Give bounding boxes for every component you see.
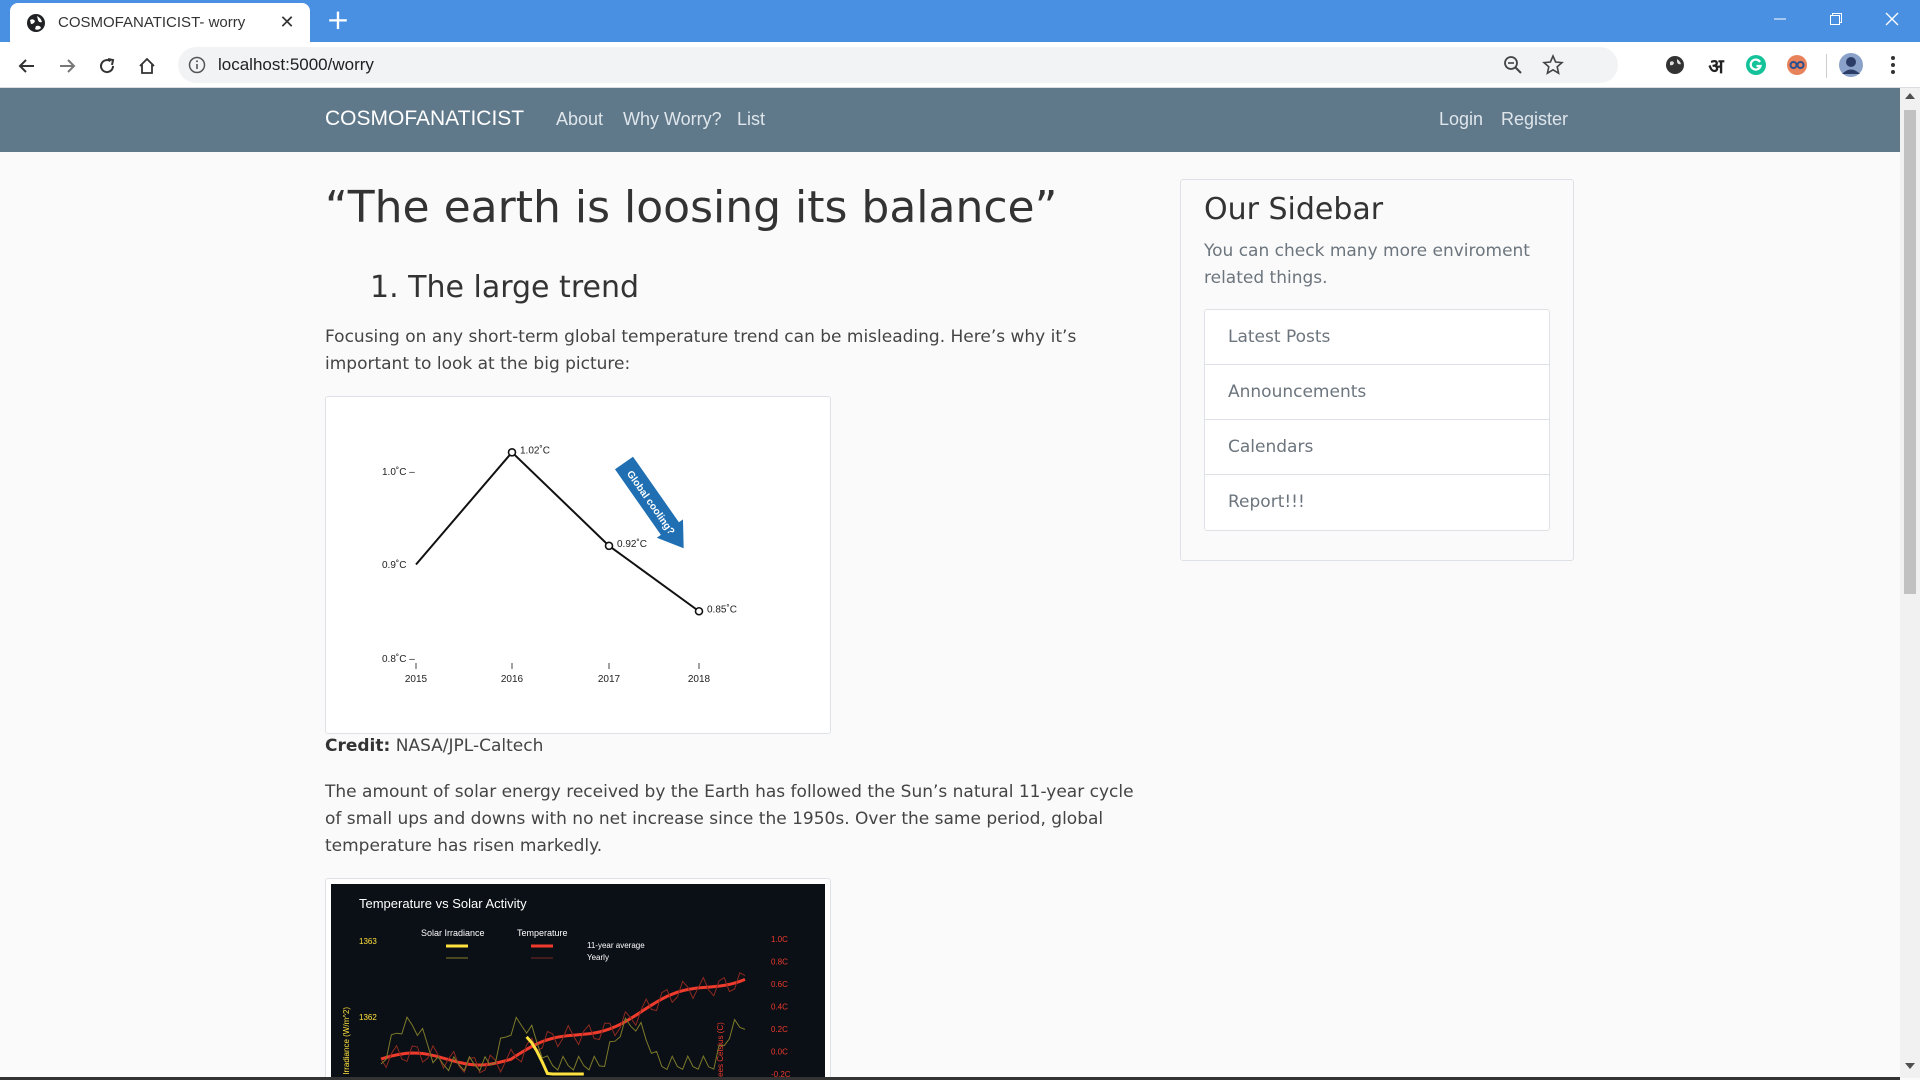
y-tick-0.8: 0.8˚C – (382, 653, 415, 665)
reload-icon[interactable] (93, 52, 121, 80)
nav-login[interactable]: Login (1439, 109, 1483, 130)
site-info-icon[interactable] (188, 56, 206, 78)
profile-avatar[interactable] (1838, 52, 1864, 78)
tab-close-icon[interactable]: ✕ (278, 12, 296, 33)
globe-favicon-icon (27, 13, 45, 32)
solar-avg-line (525, 1035, 584, 1076)
y-right-tick-4: 0.2C (771, 1025, 788, 1034)
figure-credit: Credit: NASA/JPL-Caltech (325, 736, 543, 756)
y-right-tick-3: 0.4C (771, 1003, 788, 1012)
data-label-2017: 0.92˚C (617, 538, 647, 550)
bookmark-star-icon[interactable] (1542, 53, 1564, 80)
menu-dots-icon[interactable] (1880, 52, 1906, 78)
tab-title: COSMOFANATICIST- worry (58, 14, 246, 31)
nav-list[interactable]: List (737, 109, 765, 130)
data-point-2017 (604, 541, 614, 551)
browser-toolbar: localhost:5000/worry अ (0, 42, 1920, 88)
sidebar-description: You can check many more enviroment relat… (1204, 241, 1530, 288)
temperature-trend-figure: 1.02˚C 0.92˚C 0.85˚C 2015 2016 2017 2018 0.8˚… (325, 396, 831, 734)
minimize-icon[interactable] (1752, 0, 1808, 38)
sidebar-item-announcements[interactable]: Announcements (1205, 365, 1549, 420)
x-tick-2017: 2017 (598, 674, 621, 685)
legend-temperature: Temperature (517, 928, 568, 938)
nav-why-worry[interactable]: Why Worry? (623, 109, 722, 130)
y-right-tick-5: 0.0C (771, 1048, 788, 1057)
x-tick-2015: 2015 (405, 674, 428, 685)
solar-activity-chart: Temperature vs Solar Activity Solar Irra… (331, 884, 825, 1080)
browser-tab[interactable]: COSMOFANATICIST- worry ✕ (10, 3, 310, 42)
browser-tabbar: COSMOFANATICIST- worry ✕ + (0, 0, 1920, 42)
nav-about[interactable]: About (556, 109, 603, 130)
sidebar-item-report[interactable]: Report!!! (1205, 475, 1549, 530)
y-right-tick-1: 0.8C (771, 958, 788, 967)
new-tab-icon[interactable]: + (326, 6, 350, 34)
scroll-up-icon[interactable] (1905, 93, 1915, 99)
credit-label: Credit: (325, 736, 391, 756)
scroll-thumb[interactable] (1904, 110, 1916, 594)
site-navbar: COSMOFANATICIST About Why Worry? List Lo… (0, 88, 1900, 152)
restore-icon[interactable] (1808, 0, 1864, 38)
y-tick-1: 1.0˚C – (382, 466, 415, 478)
sidebar-list: Latest Posts Announcements Calendars Rep… (1204, 309, 1550, 531)
section-title: 1. The large trend (370, 270, 640, 305)
page-scrollbar[interactable] (1900, 88, 1920, 1078)
url-text: localhost:5000/worry (218, 55, 374, 74)
solar-paragraph: The amount of solar energy received by t… (325, 782, 1134, 856)
sidebar-title: Our Sidebar (1204, 192, 1384, 227)
extension-hindi-icon[interactable]: अ (1703, 52, 1729, 78)
nav-register[interactable]: Register (1501, 109, 1568, 130)
site-brand[interactable]: COSMOFANATICIST (325, 107, 524, 131)
address-bar[interactable]: localhost:5000/worry (178, 47, 1618, 83)
y-left-label: ar Irradiance (W/m^2) (342, 1007, 351, 1080)
window-controls (1752, 0, 1920, 40)
intro-paragraph: Focusing on any short-term global temper… (325, 327, 1077, 374)
home-icon[interactable] (133, 52, 161, 80)
back-icon[interactable] (13, 52, 41, 80)
y-left-tick-1363: 1363 (359, 937, 377, 946)
extension-grammarly-icon[interactable] (1743, 52, 1769, 78)
zoom-icon[interactable] (1503, 55, 1523, 79)
y-tick-0.9: 0.9˚C (382, 559, 406, 571)
solar-yearly-line (380, 1016, 746, 1072)
close-window-icon[interactable] (1864, 0, 1920, 38)
x-tick-2016: 2016 (501, 674, 524, 685)
extension-globe-icon[interactable] (1662, 52, 1688, 78)
data-point-2016 (507, 447, 517, 457)
credit-value: NASA/JPL-Caltech (395, 736, 544, 756)
y-right-tick-0: 1.0C (771, 935, 788, 944)
temperature-trend-chart: 1.02˚C 0.92˚C 0.85˚C 2015 2016 2017 2018 0.8˚… (382, 444, 737, 685)
data-point-2018 (694, 606, 704, 616)
toolbar-divider (1826, 54, 1827, 78)
legend-row-yearly: Yearly (587, 953, 609, 962)
scroll-down-icon[interactable] (1905, 1063, 1915, 1069)
y-left-tick-1362: 1362 (359, 1013, 377, 1022)
y-right-tick-2: 0.6C (771, 980, 788, 989)
sidebar: Our Sidebar You can check many more envi… (1180, 179, 1574, 561)
solar-activity-figure: Temperature vs Solar Activity Solar Irra… (325, 878, 831, 1080)
sidebar-item-latest-posts[interactable]: Latest Posts (1205, 310, 1549, 365)
chart-title: Temperature vs Solar Activity (359, 896, 527, 911)
annotation-label: Global cooling? (624, 469, 676, 537)
legend-row-average: 11-year average (587, 941, 645, 950)
data-label-2016: 1.02˚C (520, 444, 550, 456)
sidebar-item-calendars[interactable]: Calendars (1205, 420, 1549, 475)
forward-icon[interactable] (53, 52, 81, 80)
extension-reader-icon[interactable] (1784, 52, 1810, 78)
page-title: “The earth is loosing its balance” (325, 182, 1058, 233)
data-label-2018: 0.85˚C (707, 603, 737, 615)
x-tick-2018: 2018 (688, 674, 711, 685)
chart-series-line (415, 450, 700, 613)
legend-solar: Solar Irradiance (421, 928, 485, 938)
